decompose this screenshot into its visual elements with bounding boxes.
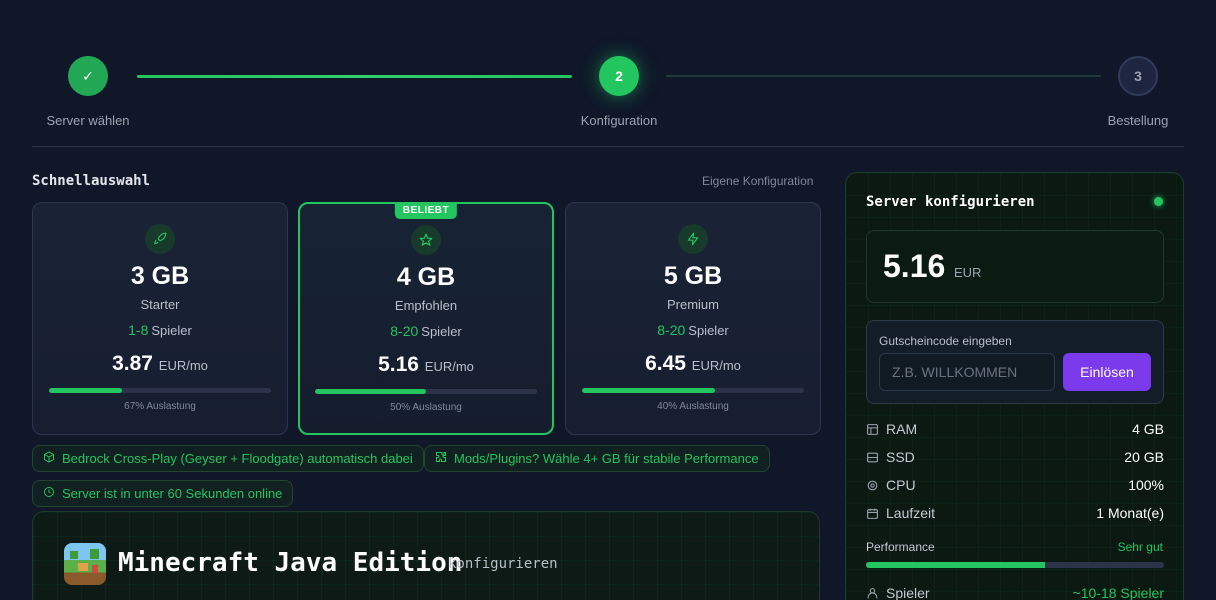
bolt-icon — [678, 224, 708, 254]
load-bar — [582, 388, 804, 393]
step-konfiguration[interactable]: 2 Konfiguration — [549, 56, 689, 128]
popular-badge: BELIEBT — [394, 202, 458, 219]
plan-price: 6.45 EUR/mo — [645, 352, 741, 375]
coupon-input[interactable] — [879, 353, 1055, 391]
spec-players: Spieler ~10-18 Spieler — [866, 583, 1164, 600]
config-panel: Server konfigurieren 5.16 EUR Gutscheinc… — [845, 172, 1184, 600]
minecraft-logo-icon — [64, 543, 106, 585]
plan-tier: Empfohlen — [394, 298, 458, 313]
plan-price: 3.87 EUR/mo — [112, 352, 208, 375]
cpu-icon — [866, 478, 880, 492]
load-text: 67% Auslastung — [124, 401, 196, 412]
load-text: 40% Auslastung — [657, 401, 729, 412]
plan-price: 5.16 EUR/mo — [378, 353, 474, 376]
users-icon — [866, 586, 880, 600]
own-config-link[interactable]: Eigene Konfiguration — [702, 174, 813, 188]
price-currency: EUR — [954, 265, 982, 280]
step-number: 3 — [1118, 56, 1158, 96]
info-chip-online: Server ist in unter 60 Sekunden online — [32, 480, 294, 507]
plan-size: 3 GB — [130, 262, 190, 290]
price-display: 5.16 EUR — [866, 230, 1164, 303]
step-server-waehlen[interactable]: ✓ Server wählen — [18, 56, 158, 128]
plan-card-5gb[interactable]: 5 GB Premium 8-20 Spieler 6.45 EUR/mo 40%… — [565, 202, 821, 435]
edition-title: Minecraft Java Edition — [118, 548, 463, 578]
spec-ram: RAM 4 GB — [866, 419, 1164, 439]
load-bar — [49, 388, 271, 393]
puzzle-icon — [435, 451, 447, 466]
edition-subtitle: konfigurieren — [448, 556, 558, 572]
spec-laufzeit: Laufzeit 1 Monat(e) — [866, 503, 1164, 523]
ram-icon — [866, 422, 880, 436]
cube-icon — [43, 451, 55, 466]
info-chip-mods: Mods/Plugins? Wähle 4+ GB für stabile Pe… — [424, 445, 770, 472]
plan-tier: Starter — [140, 297, 180, 312]
info-chip-crossplay: Bedrock Cross-Play (Geyser + Floodgate) … — [32, 445, 424, 472]
plan-tier: Premium — [666, 297, 719, 312]
load-text: 50% Auslastung — [390, 402, 462, 413]
panel-title: Server konfigurieren — [866, 194, 1035, 210]
performance-bar — [866, 562, 1164, 568]
divider — [32, 146, 1184, 147]
plan-size: 4 GB — [396, 263, 456, 291]
redeem-button[interactable]: Einlösen — [1063, 353, 1151, 391]
stepper-line-complete — [137, 75, 572, 78]
step-label: Bestellung — [1107, 113, 1169, 128]
plan-players: 1-8 Spieler — [128, 322, 192, 338]
performance-label: Performance — [866, 540, 935, 554]
step-bestellung[interactable]: 3 Bestellung — [1068, 56, 1208, 128]
ssd-icon — [866, 450, 880, 464]
coupon-label: Gutscheincode eingeben — [879, 334, 1012, 348]
progress-stepper: ✓ Server wählen 2 Konfiguration 3 Bestel… — [32, 56, 1184, 128]
load-bar — [315, 389, 537, 394]
section-title: Schnellauswahl — [32, 173, 151, 189]
status-dot-icon — [1154, 197, 1163, 206]
plan-players: 8-20 Spieler — [657, 322, 729, 338]
price-value: 5.16 — [883, 248, 946, 284]
plan-card-3gb[interactable]: 3 GB Starter 1-8 Spieler 3.87 EUR/mo 67% … — [32, 202, 288, 435]
plan-card-4gb[interactable]: BELIEBT 4 GB Empfohlen 8-20 Spieler 5.16 … — [298, 202, 554, 435]
star-icon — [411, 225, 441, 255]
plan-players: 8-20 Spieler — [390, 323, 462, 339]
performance-value: Sehr gut — [1117, 540, 1163, 554]
coupon-box: Gutscheincode eingeben Einlösen — [866, 320, 1164, 404]
spec-ssd: SSD 20 GB — [866, 447, 1164, 467]
plan-size: 5 GB — [663, 262, 723, 290]
edition-card: Minecraft Java Edition konfigurieren — [32, 511, 820, 600]
rocket-icon — [145, 224, 175, 254]
clock-icon — [43, 486, 55, 501]
check-icon: ✓ — [68, 56, 108, 96]
step-label: Server wählen — [46, 113, 130, 128]
stepper-line-pending — [666, 75, 1101, 77]
step-label: Konfiguration — [580, 113, 658, 128]
spec-cpu: CPU 100% — [866, 475, 1164, 495]
step-number: 2 — [599, 56, 639, 96]
calendar-icon — [866, 506, 880, 520]
